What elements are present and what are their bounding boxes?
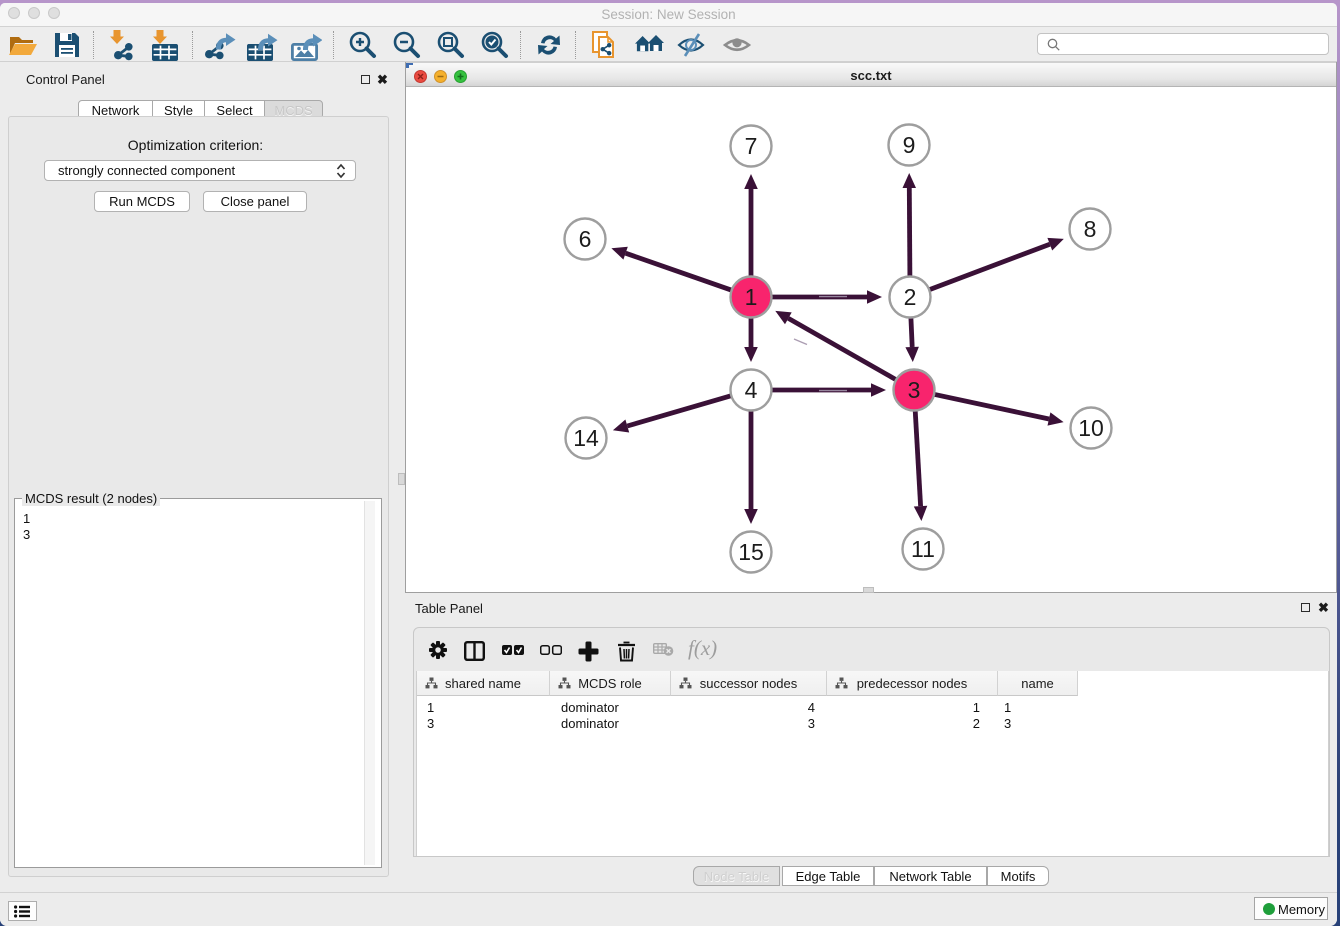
svg-text:4: 4 (745, 377, 758, 403)
svg-text:11: 11 (911, 536, 935, 562)
svg-text:1: 1 (745, 284, 758, 310)
svg-text:8: 8 (1084, 216, 1097, 242)
svg-text:9: 9 (903, 132, 916, 158)
svg-text:6: 6 (579, 226, 592, 252)
svg-text:7: 7 (745, 133, 758, 159)
svg-text:15: 15 (738, 539, 764, 565)
svg-text:14: 14 (573, 425, 599, 451)
svg-text:10: 10 (1078, 415, 1104, 441)
svg-text:2: 2 (904, 284, 917, 310)
svg-text:3: 3 (908, 377, 921, 403)
